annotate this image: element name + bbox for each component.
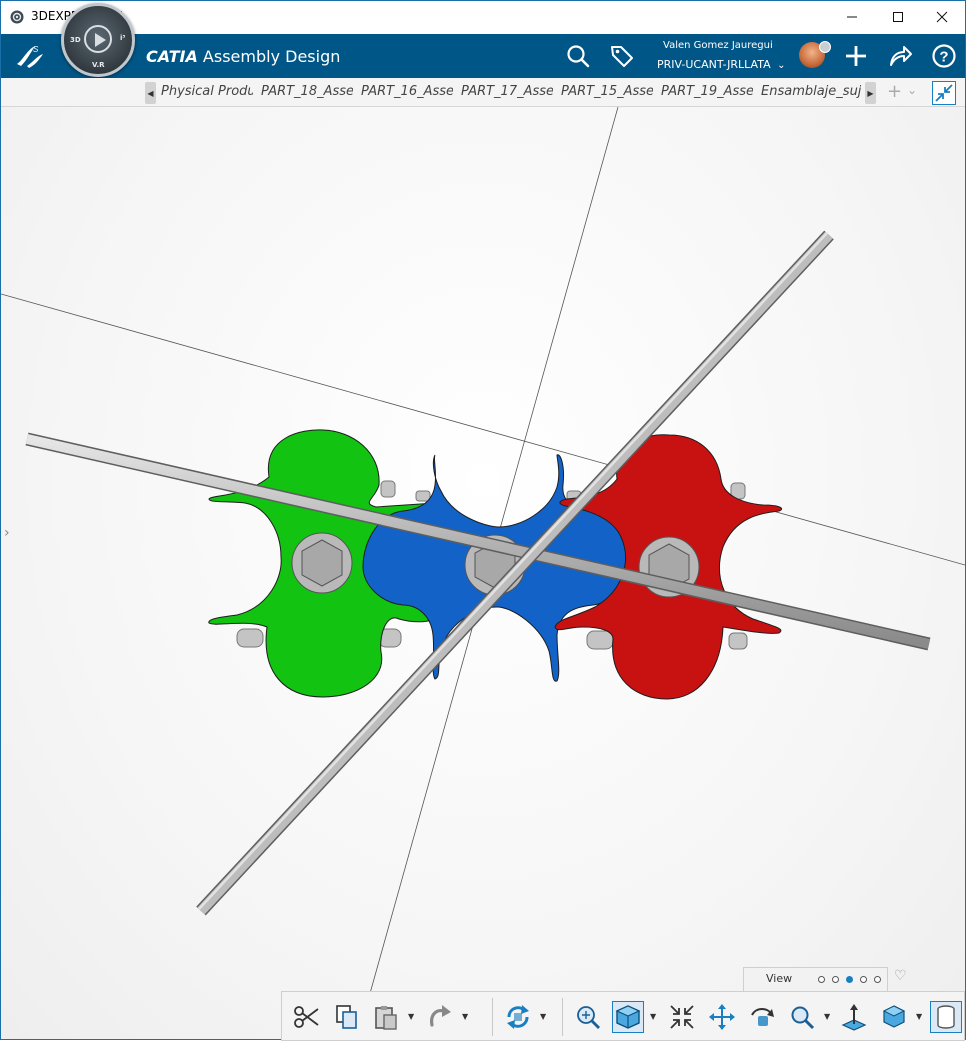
view-section-tabs: View <box>743 967 888 991</box>
app-title: Assembly Design <box>197 47 341 66</box>
svg-text:?: ? <box>939 49 948 66</box>
cut-button[interactable] <box>290 1001 322 1033</box>
redo-icon <box>430 1005 451 1027</box>
add-icon[interactable] <box>843 43 869 69</box>
document-tab-bar: ◀ Physical Produ PART_18_Asse PART_16_As… <box>1 78 965 107</box>
tenant-label: PRIV-UCANT-JRLLATA <box>657 58 771 71</box>
collapse-toolbar-icon[interactable]: ♡ <box>894 968 907 984</box>
search-icon[interactable] <box>565 43 591 69</box>
pan-button[interactable] <box>706 1001 738 1033</box>
add-tab-button[interactable]: + <box>887 81 902 102</box>
tab-part-16[interactable]: PART_16_Asse <box>361 84 453 99</box>
tab-ensamblaje[interactable]: Ensamblaje_suj <box>761 84 861 99</box>
user-status-badge <box>819 41 831 53</box>
copy-button[interactable] <box>330 1001 362 1033</box>
compass-label-left: 3D <box>70 36 81 44</box>
3d-viewport[interactable]: › <box>1 107 965 1039</box>
action-bar: ▼ ▼ ▼ ▼ ▼ ▼ <box>281 991 965 1041</box>
copy-icon <box>336 1005 357 1029</box>
scissors-icon <box>294 1006 319 1028</box>
dassault-logo-icon[interactable]: S <box>13 40 47 72</box>
view-section-label: View <box>766 972 793 985</box>
play-icon <box>84 25 112 53</box>
cylinder-icon <box>937 1005 955 1029</box>
help-icon[interactable]: ? <box>931 43 957 69</box>
normal-view-icon <box>841 1004 867 1031</box>
toolbar-separator <box>562 998 563 1036</box>
close-icon <box>936 11 948 23</box>
chevron-down-icon: ⌄ <box>777 60 786 71</box>
maximize-button[interactable] <box>875 1 921 33</box>
pan-icon <box>709 1004 735 1030</box>
zoom-dropdown-arrow[interactable]: ▼ <box>824 1012 830 1021</box>
assembly-model[interactable] <box>1 107 965 1039</box>
tab-part-17[interactable]: PART_17_Asse <box>461 84 553 99</box>
view-mode-dropdown-arrow[interactable]: ▼ <box>650 1012 656 1021</box>
snap-icon <box>670 1005 694 1029</box>
section-dot-2[interactable] <box>832 976 839 983</box>
update-icon <box>507 1005 529 1029</box>
brand-name: CATIA <box>146 47 198 66</box>
tab-part-15[interactable]: PART_15_Asse <box>561 84 653 99</box>
iso-view-dropdown-arrow[interactable]: ▼ <box>916 1012 922 1021</box>
svg-text:S: S <box>33 45 39 54</box>
paste-dropdown-arrow[interactable]: ▼ <box>408 1012 414 1021</box>
tab-part-19[interactable]: PART_19_Asse <box>661 84 753 99</box>
fit-all-icon <box>577 1006 600 1029</box>
tab-physical-product[interactable]: Physical Produ <box>161 84 253 99</box>
title-bar: 3DEXPERIENCE <box>1 1 965 33</box>
compass-label-bottom: V.R <box>92 61 105 69</box>
iso-view-button[interactable] <box>878 1001 910 1033</box>
view-mode-button[interactable] <box>612 1001 644 1033</box>
paste-button[interactable] <box>370 1001 402 1033</box>
tag-icon[interactable] <box>609 43 635 69</box>
update-button[interactable] <box>502 1001 534 1033</box>
fit-all-button[interactable] <box>572 1001 604 1033</box>
chevron-right-icon[interactable]: › <box>4 525 18 545</box>
section-dot-4[interactable] <box>860 976 867 983</box>
rotate-button[interactable] <box>746 1001 778 1033</box>
redo-dropdown-arrow[interactable]: ▼ <box>462 1012 468 1021</box>
section-dot-5[interactable] <box>874 976 881 983</box>
normal-view-button[interactable] <box>838 1001 870 1033</box>
share-icon[interactable] <box>887 43 913 69</box>
snap-button[interactable] <box>666 1001 698 1033</box>
section-dot-1[interactable] <box>818 976 825 983</box>
minimize-icon <box>847 16 857 18</box>
toolbar-separator <box>492 998 493 1036</box>
maximize-icon <box>893 12 903 22</box>
exit-fullscreen-button[interactable] <box>932 81 956 105</box>
compass-label-right: i³ <box>120 34 126 42</box>
tab-scroll-left[interactable]: ◀ <box>145 82 156 104</box>
collapse-arrows-icon <box>935 84 953 102</box>
app-name: CATIA Assembly Design <box>146 47 340 66</box>
top-bar: S CATIA Assembly Design Valen Gomez Jaur… <box>1 34 965 78</box>
compass-widget[interactable]: 3D i³ V.R <box>61 3 135 77</box>
update-dropdown-arrow[interactable]: ▼ <box>540 1012 546 1021</box>
rotate-icon <box>751 1008 774 1026</box>
app-window: 3DEXPERIENCE S CATIA Assembly Design Va <box>0 0 966 1041</box>
tenant-selector[interactable]: PRIV-UCANT-JRLLATA ⌄ <box>657 58 786 71</box>
tab-part-18[interactable]: PART_18_Asse <box>261 84 353 99</box>
paste-icon <box>375 1006 397 1030</box>
user-name: Valen Gomez Jauregui <box>663 40 773 51</box>
cube-icon <box>615 1005 641 1029</box>
redo-button[interactable] <box>424 1001 456 1033</box>
zoom-icon <box>791 1006 815 1030</box>
iso-view-icon <box>882 1005 906 1028</box>
tab-scroll-right[interactable]: ▶ <box>865 82 876 104</box>
minimize-button[interactable] <box>829 1 875 33</box>
section-dot-3[interactable] <box>846 976 853 983</box>
close-button[interactable] <box>919 1 965 33</box>
3dexperience-app-icon <box>10 10 24 24</box>
bolt-left <box>291 532 353 594</box>
tab-list-button[interactable]: ⌄ <box>907 83 917 97</box>
cylinder-button[interactable] <box>930 1001 962 1033</box>
zoom-button[interactable] <box>786 1001 818 1033</box>
